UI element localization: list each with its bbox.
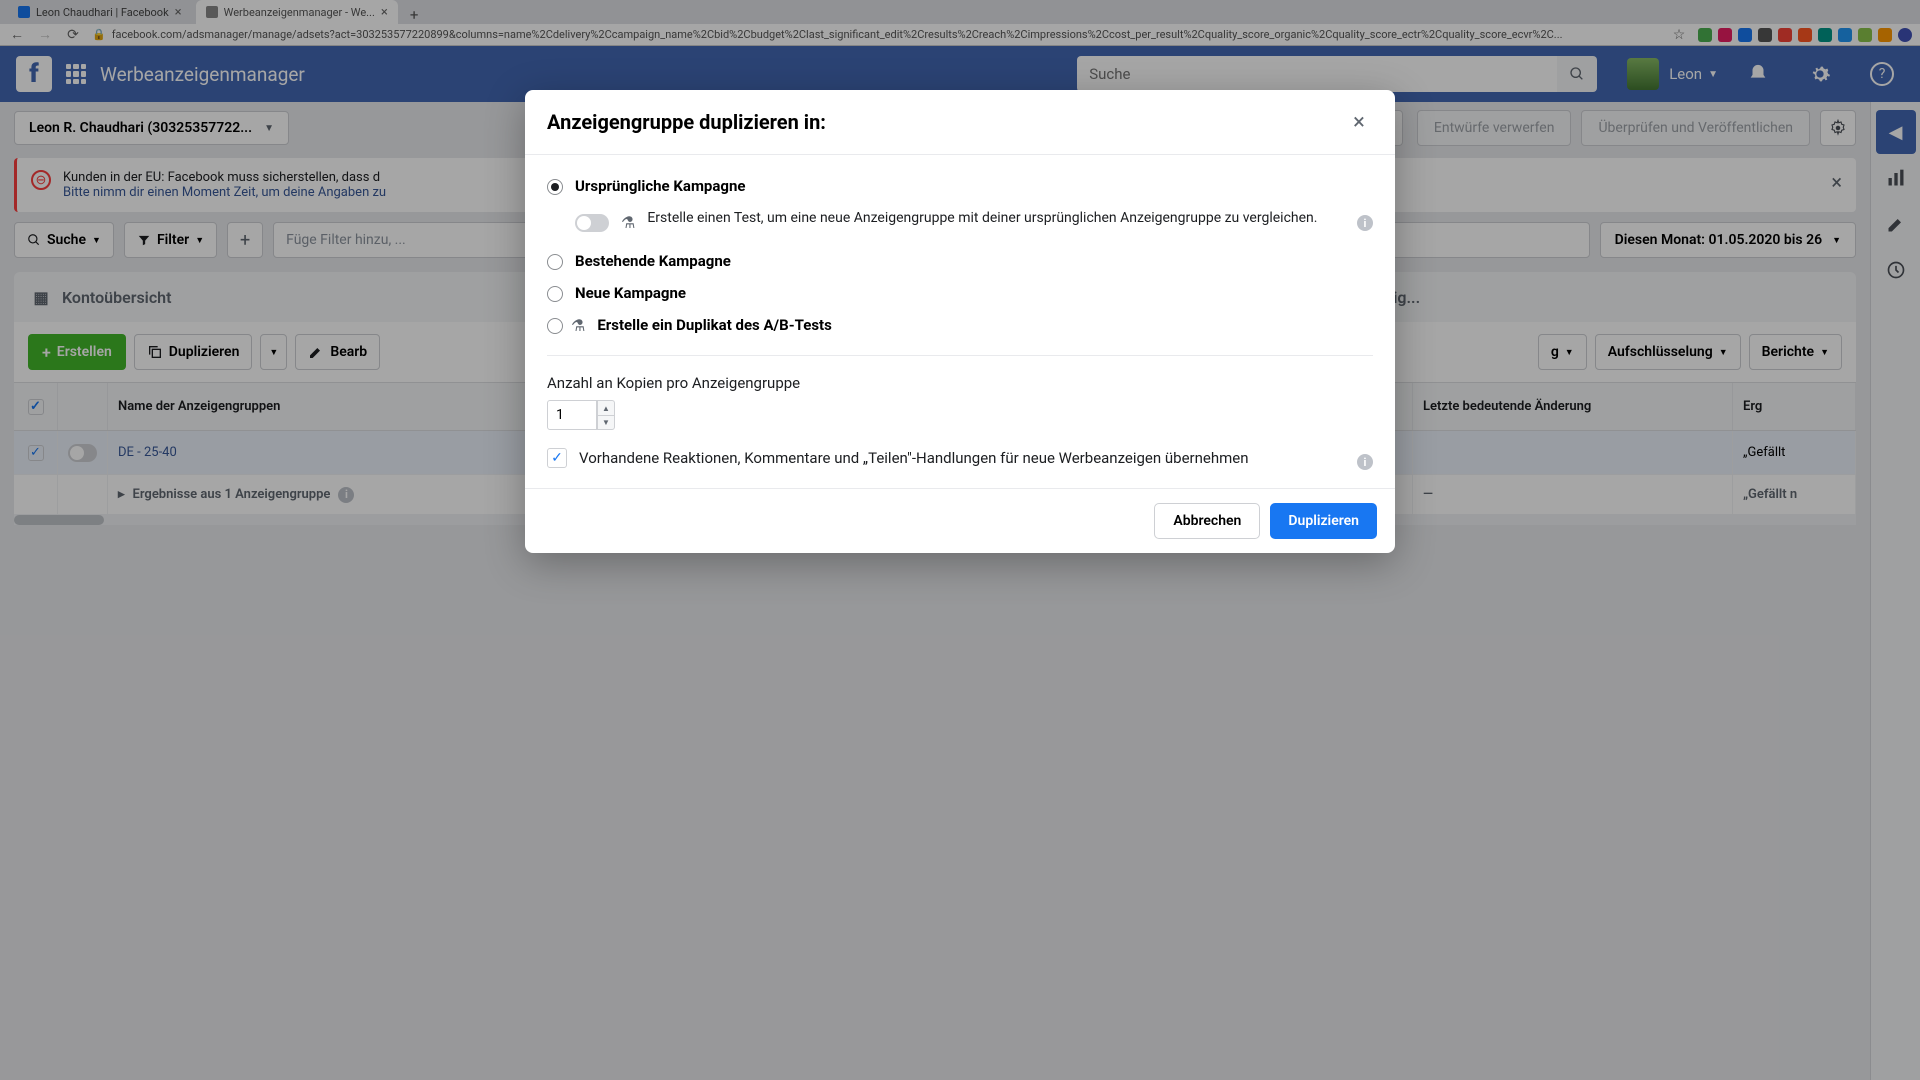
decrement-button[interactable]: ▼ [597, 415, 615, 430]
radio-input[interactable] [547, 179, 563, 195]
radio-ab-duplicate[interactable]: ⚗ Erstelle ein Duplikat des A/B-Tests [547, 316, 1373, 335]
modal-title: Anzeigengruppe duplizieren in: [547, 110, 1345, 134]
modal-body: Ursprüngliche Kampagne ⚗ Erstelle einen … [525, 155, 1395, 488]
flask-icon: ⚗ [571, 316, 585, 335]
radio-new-campaign[interactable]: Neue Kampagne [547, 284, 1373, 302]
keep-reactions-option[interactable]: ✓ Vorhandene Reaktionen, Kommentare und … [547, 448, 1373, 470]
flask-icon: ⚗ [621, 213, 635, 232]
close-button[interactable]: × [1345, 108, 1373, 136]
divider [547, 355, 1373, 356]
copies-label: Anzahl an Kopien pro Anzeigengruppe [547, 374, 1373, 392]
copies-input[interactable] [547, 400, 597, 430]
modal-footer: Abbrechen Duplizieren [525, 488, 1395, 553]
modal-backdrop[interactable]: Anzeigengruppe duplizieren in: × Ursprün… [0, 0, 1920, 1080]
copies-input-wrap: ▲ ▼ [547, 400, 1373, 430]
confirm-duplicate-button[interactable]: Duplizieren [1270, 503, 1377, 539]
radio-input[interactable] [547, 254, 563, 270]
radio-input[interactable] [547, 286, 563, 302]
ab-test-toggle[interactable] [575, 214, 609, 232]
radio-input[interactable] [547, 318, 563, 334]
info-icon[interactable]: i [1357, 215, 1373, 231]
increment-button[interactable]: ▲ [597, 400, 615, 415]
radio-original-campaign[interactable]: Ursprüngliche Kampagne [547, 177, 1373, 195]
original-sub-option: ⚗ Erstelle einen Test, um eine neue Anze… [547, 209, 1373, 232]
info-icon[interactable]: i [1357, 454, 1373, 470]
modal-header: Anzeigengruppe duplizieren in: × [525, 90, 1395, 155]
radio-existing-campaign[interactable]: Bestehende Kampagne [547, 252, 1373, 270]
duplicate-modal: Anzeigengruppe duplizieren in: × Ursprün… [525, 90, 1395, 553]
cancel-button[interactable]: Abbrechen [1154, 503, 1260, 539]
spinner: ▲ ▼ [597, 400, 615, 430]
checkbox[interactable]: ✓ [547, 448, 567, 468]
